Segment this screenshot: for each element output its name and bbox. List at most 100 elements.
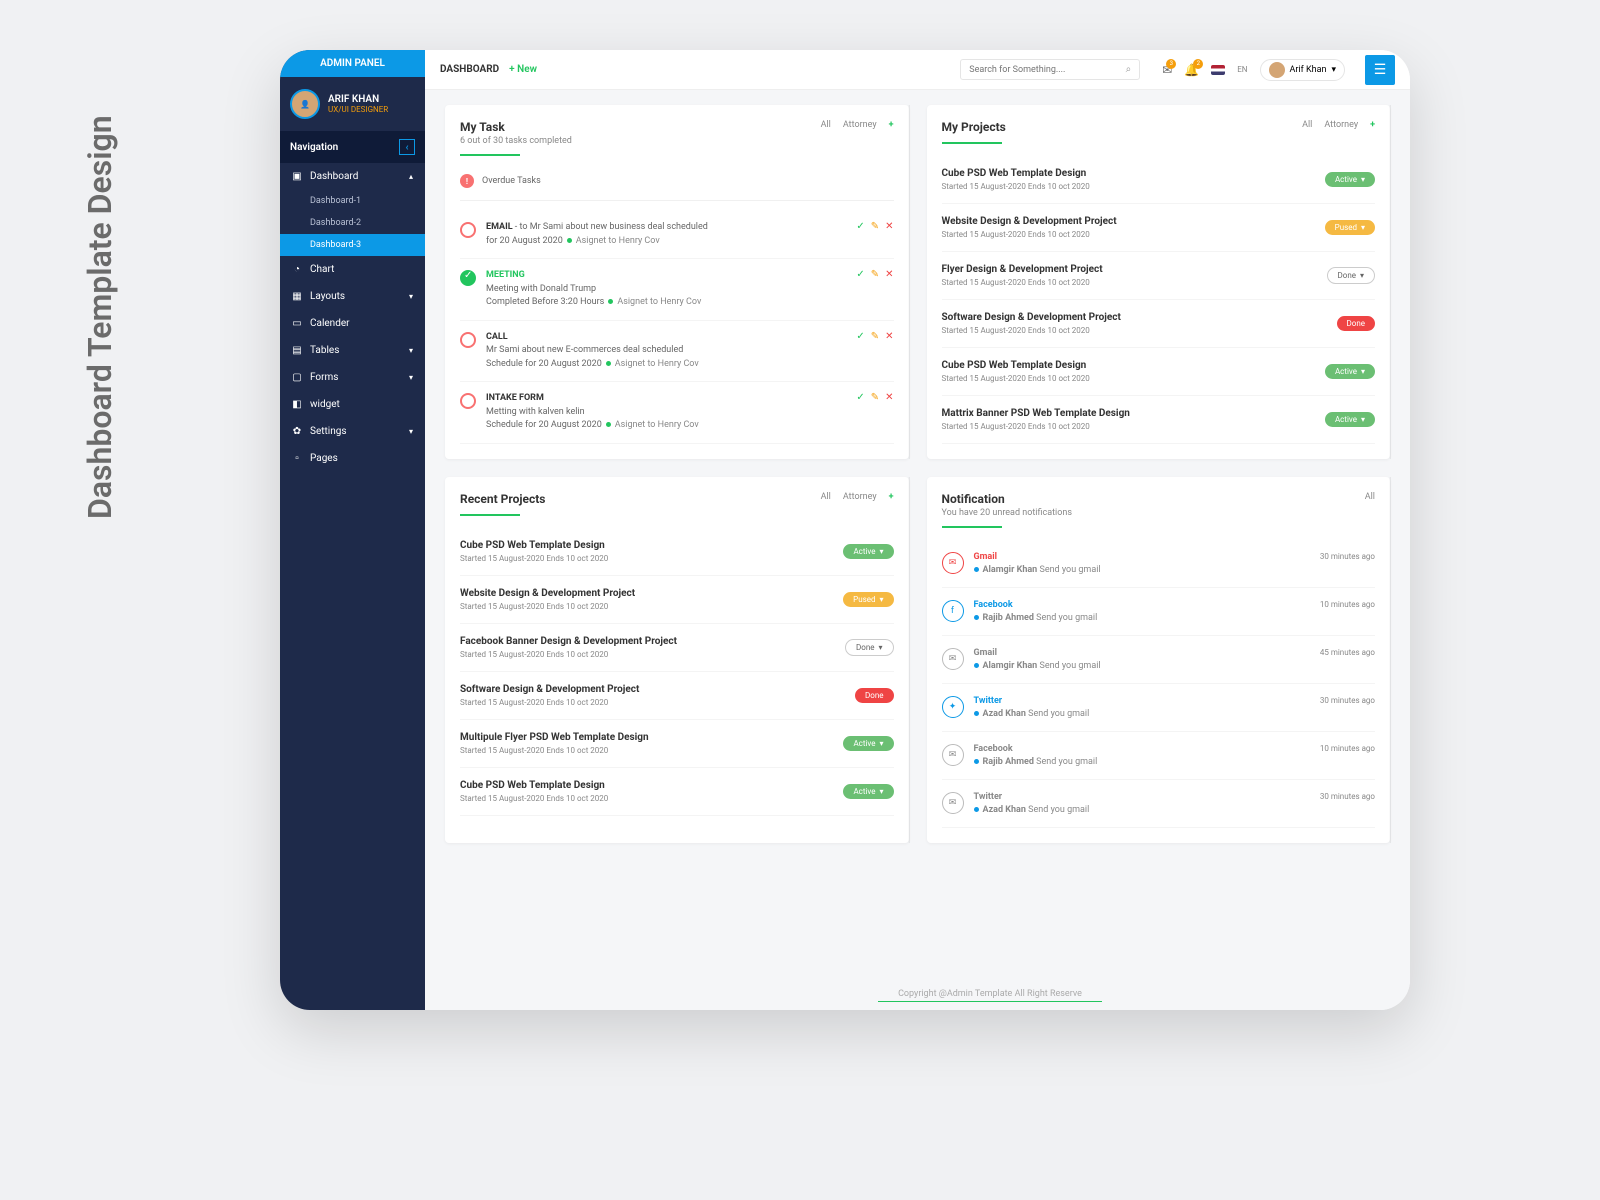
edit-icon[interactable]: ✎: [871, 392, 879, 403]
sidebar-subitem[interactable]: Dashboard-1: [280, 190, 425, 212]
nav-label: widget: [310, 399, 340, 410]
mail-icon[interactable]: ✉3: [1162, 63, 1172, 77]
status-badge[interactable]: Active ▾: [843, 736, 893, 751]
status-badge[interactable]: Done ▾: [845, 639, 894, 656]
check-icon[interactable]: ✓: [856, 392, 864, 403]
project-title: Cube PSD Web Template Design: [460, 780, 608, 791]
nav-collapse-button[interactable]: ‹: [399, 139, 415, 155]
footer-text: Copyright @Admin Template All Right Rese…: [878, 989, 1102, 1002]
new-button[interactable]: + New: [509, 64, 537, 75]
sidebar-subitem[interactable]: Dashboard-3: [280, 234, 425, 256]
task-status-icon[interactable]: [460, 270, 476, 286]
overdue-label: Overdue Tasks: [482, 176, 541, 186]
delete-icon[interactable]: ✕: [885, 392, 893, 403]
flag-icon[interactable]: [1211, 65, 1225, 75]
edit-icon[interactable]: ✎: [871, 269, 879, 280]
task-status-icon[interactable]: [460, 332, 476, 348]
sidebar-item-calender[interactable]: ▭Calender: [280, 310, 425, 337]
project-dates: Started 15 August-2020 Ends 10 oct 2020: [942, 230, 1117, 239]
notification-row[interactable]: ✉TwitterAzad Khan Send you gmail30 minut…: [942, 780, 1376, 828]
hamburger-button[interactable]: ☰: [1365, 55, 1395, 85]
status-dot-icon: [974, 759, 979, 764]
check-icon[interactable]: ✓: [856, 269, 864, 280]
project-row[interactable]: Cube PSD Web Template DesignStarted 15 A…: [942, 348, 1376, 396]
status-badge[interactable]: Done ▾: [1327, 267, 1376, 284]
tab-all[interactable]: All: [1302, 120, 1312, 130]
chevron-icon: ▾: [409, 427, 413, 436]
status-badge[interactable]: Active ▾: [843, 544, 893, 559]
tab-attorney[interactable]: Attorney: [843, 120, 877, 130]
sidebar-item-settings[interactable]: ✿Settings▾: [280, 418, 425, 445]
task-row[interactable]: MEETINGMeeting with Donald TrumpComplete…: [460, 259, 894, 321]
delete-icon[interactable]: ✕: [885, 331, 893, 342]
project-row[interactable]: Software Design & Development ProjectSta…: [942, 300, 1376, 348]
sidebar-item-forms[interactable]: ▢Forms▾: [280, 364, 425, 391]
tab-attorney[interactable]: Attorney: [1324, 120, 1358, 130]
notification-row[interactable]: ✉FacebookRajib Ahmed Send you gmail10 mi…: [942, 732, 1376, 780]
sidebar-item-chart[interactable]: ◔Chart: [280, 256, 425, 283]
language-label[interactable]: EN: [1237, 65, 1247, 74]
add-button[interactable]: +: [889, 120, 894, 130]
search-input[interactable]: [969, 65, 1125, 75]
status-badge[interactable]: Active ▾: [1325, 412, 1375, 427]
task-status-icon[interactable]: [460, 393, 476, 409]
search-icon[interactable]: ⌕: [1126, 64, 1132, 75]
sidebar-item-widget[interactable]: ◧widget: [280, 391, 425, 418]
project-row[interactable]: Cube PSD Web Template DesignStarted 15 A…: [460, 528, 894, 576]
project-row[interactable]: Flyer Design & Development ProjectStarte…: [942, 252, 1376, 300]
status-text: Active: [853, 739, 875, 748]
task-status-icon[interactable]: [460, 222, 476, 238]
sidebar-item-tables[interactable]: ▤Tables▾: [280, 337, 425, 364]
project-row[interactable]: Website Design & Development ProjectStar…: [460, 576, 894, 624]
notification-time: 30 minutes ago: [1320, 696, 1375, 705]
tab-all[interactable]: All: [821, 492, 831, 502]
status-badge[interactable]: Active ▾: [843, 784, 893, 799]
status-badge[interactable]: Done: [855, 688, 893, 703]
check-icon[interactable]: ✓: [856, 221, 864, 232]
project-dates: Started 15 August-2020 Ends 10 oct 2020: [942, 422, 1130, 431]
delete-icon[interactable]: ✕: [885, 269, 893, 280]
edit-icon[interactable]: ✎: [871, 331, 879, 342]
delete-icon[interactable]: ✕: [885, 221, 893, 232]
status-badge[interactable]: Done: [1337, 316, 1375, 331]
notification-row[interactable]: ✉GmailAlamgir Khan Send you gmail45 minu…: [942, 636, 1376, 684]
status-badge[interactable]: Active ▾: [1325, 172, 1375, 187]
task-row[interactable]: INTAKE FORMMetting with kalven kelinSche…: [460, 382, 894, 444]
project-row[interactable]: Website Design & Development ProjectStar…: [942, 204, 1376, 252]
project-row[interactable]: Cube PSD Web Template DesignStarted 15 A…: [942, 156, 1376, 204]
project-row[interactable]: Mattrix Banner PSD Web Template Design St…: [942, 396, 1376, 444]
sidebar-item-dashboard[interactable]: ▣Dashboard▴: [280, 163, 425, 190]
sidebar-item-pages[interactable]: ▫Pages: [280, 445, 425, 472]
sidebar-subitem[interactable]: Dashboard-2: [280, 212, 425, 234]
task-assigned: Asignet to Henry Cov: [615, 359, 699, 369]
notification-row[interactable]: ✦TwitterAzad Khan Send you gmail30 minut…: [942, 684, 1376, 732]
project-row[interactable]: Facebook Banner Design & Development Pro…: [460, 624, 894, 672]
project-title: Mattrix Banner PSD Web Template Design: [942, 408, 1130, 419]
status-badge[interactable]: Pused ▾: [843, 592, 893, 607]
chevron-down-icon: ▾: [879, 739, 883, 748]
add-button[interactable]: +: [1370, 120, 1375, 130]
status-badge[interactable]: Pused ▾: [1325, 220, 1375, 235]
task-row[interactable]: EMAIL - to Mr Sami about new business de…: [460, 211, 894, 259]
notification-row[interactable]: fFacebookRajib Ahmed Send you gmail10 mi…: [942, 588, 1376, 636]
user-menu[interactable]: Arif Khan ▾: [1260, 59, 1345, 81]
project-row[interactable]: Cube PSD Web Template DesignStarted 15 A…: [460, 768, 894, 816]
bell-icon[interactable]: 🔔2: [1184, 63, 1199, 77]
status-badge[interactable]: Active ▾: [1325, 364, 1375, 379]
tab-all[interactable]: All: [1365, 492, 1375, 502]
task-row[interactable]: CALLMr Sami about new E-commerces deal s…: [460, 321, 894, 383]
nav-label: Forms: [310, 372, 338, 383]
user-name: ARIF KHAN: [328, 94, 388, 105]
add-button[interactable]: +: [889, 492, 894, 502]
edit-icon[interactable]: ✎: [871, 221, 879, 232]
sidebar-user[interactable]: 👤 ARIF KHAN UX/UI DESIGNER: [280, 77, 425, 131]
tab-all[interactable]: All: [821, 120, 831, 130]
nav-icon: ▣: [292, 172, 302, 182]
notification-row[interactable]: ✉GmailAlamgir Khan Send you gmail30 minu…: [942, 540, 1376, 588]
search-box[interactable]: ⌕: [960, 59, 1140, 80]
project-row[interactable]: Multipule Flyer PSD Web Template DesignS…: [460, 720, 894, 768]
project-row[interactable]: Software Design & Development ProjectSta…: [460, 672, 894, 720]
check-icon[interactable]: ✓: [856, 331, 864, 342]
sidebar-item-layouts[interactable]: ▦Layouts▾: [280, 283, 425, 310]
tab-attorney[interactable]: Attorney: [843, 492, 877, 502]
